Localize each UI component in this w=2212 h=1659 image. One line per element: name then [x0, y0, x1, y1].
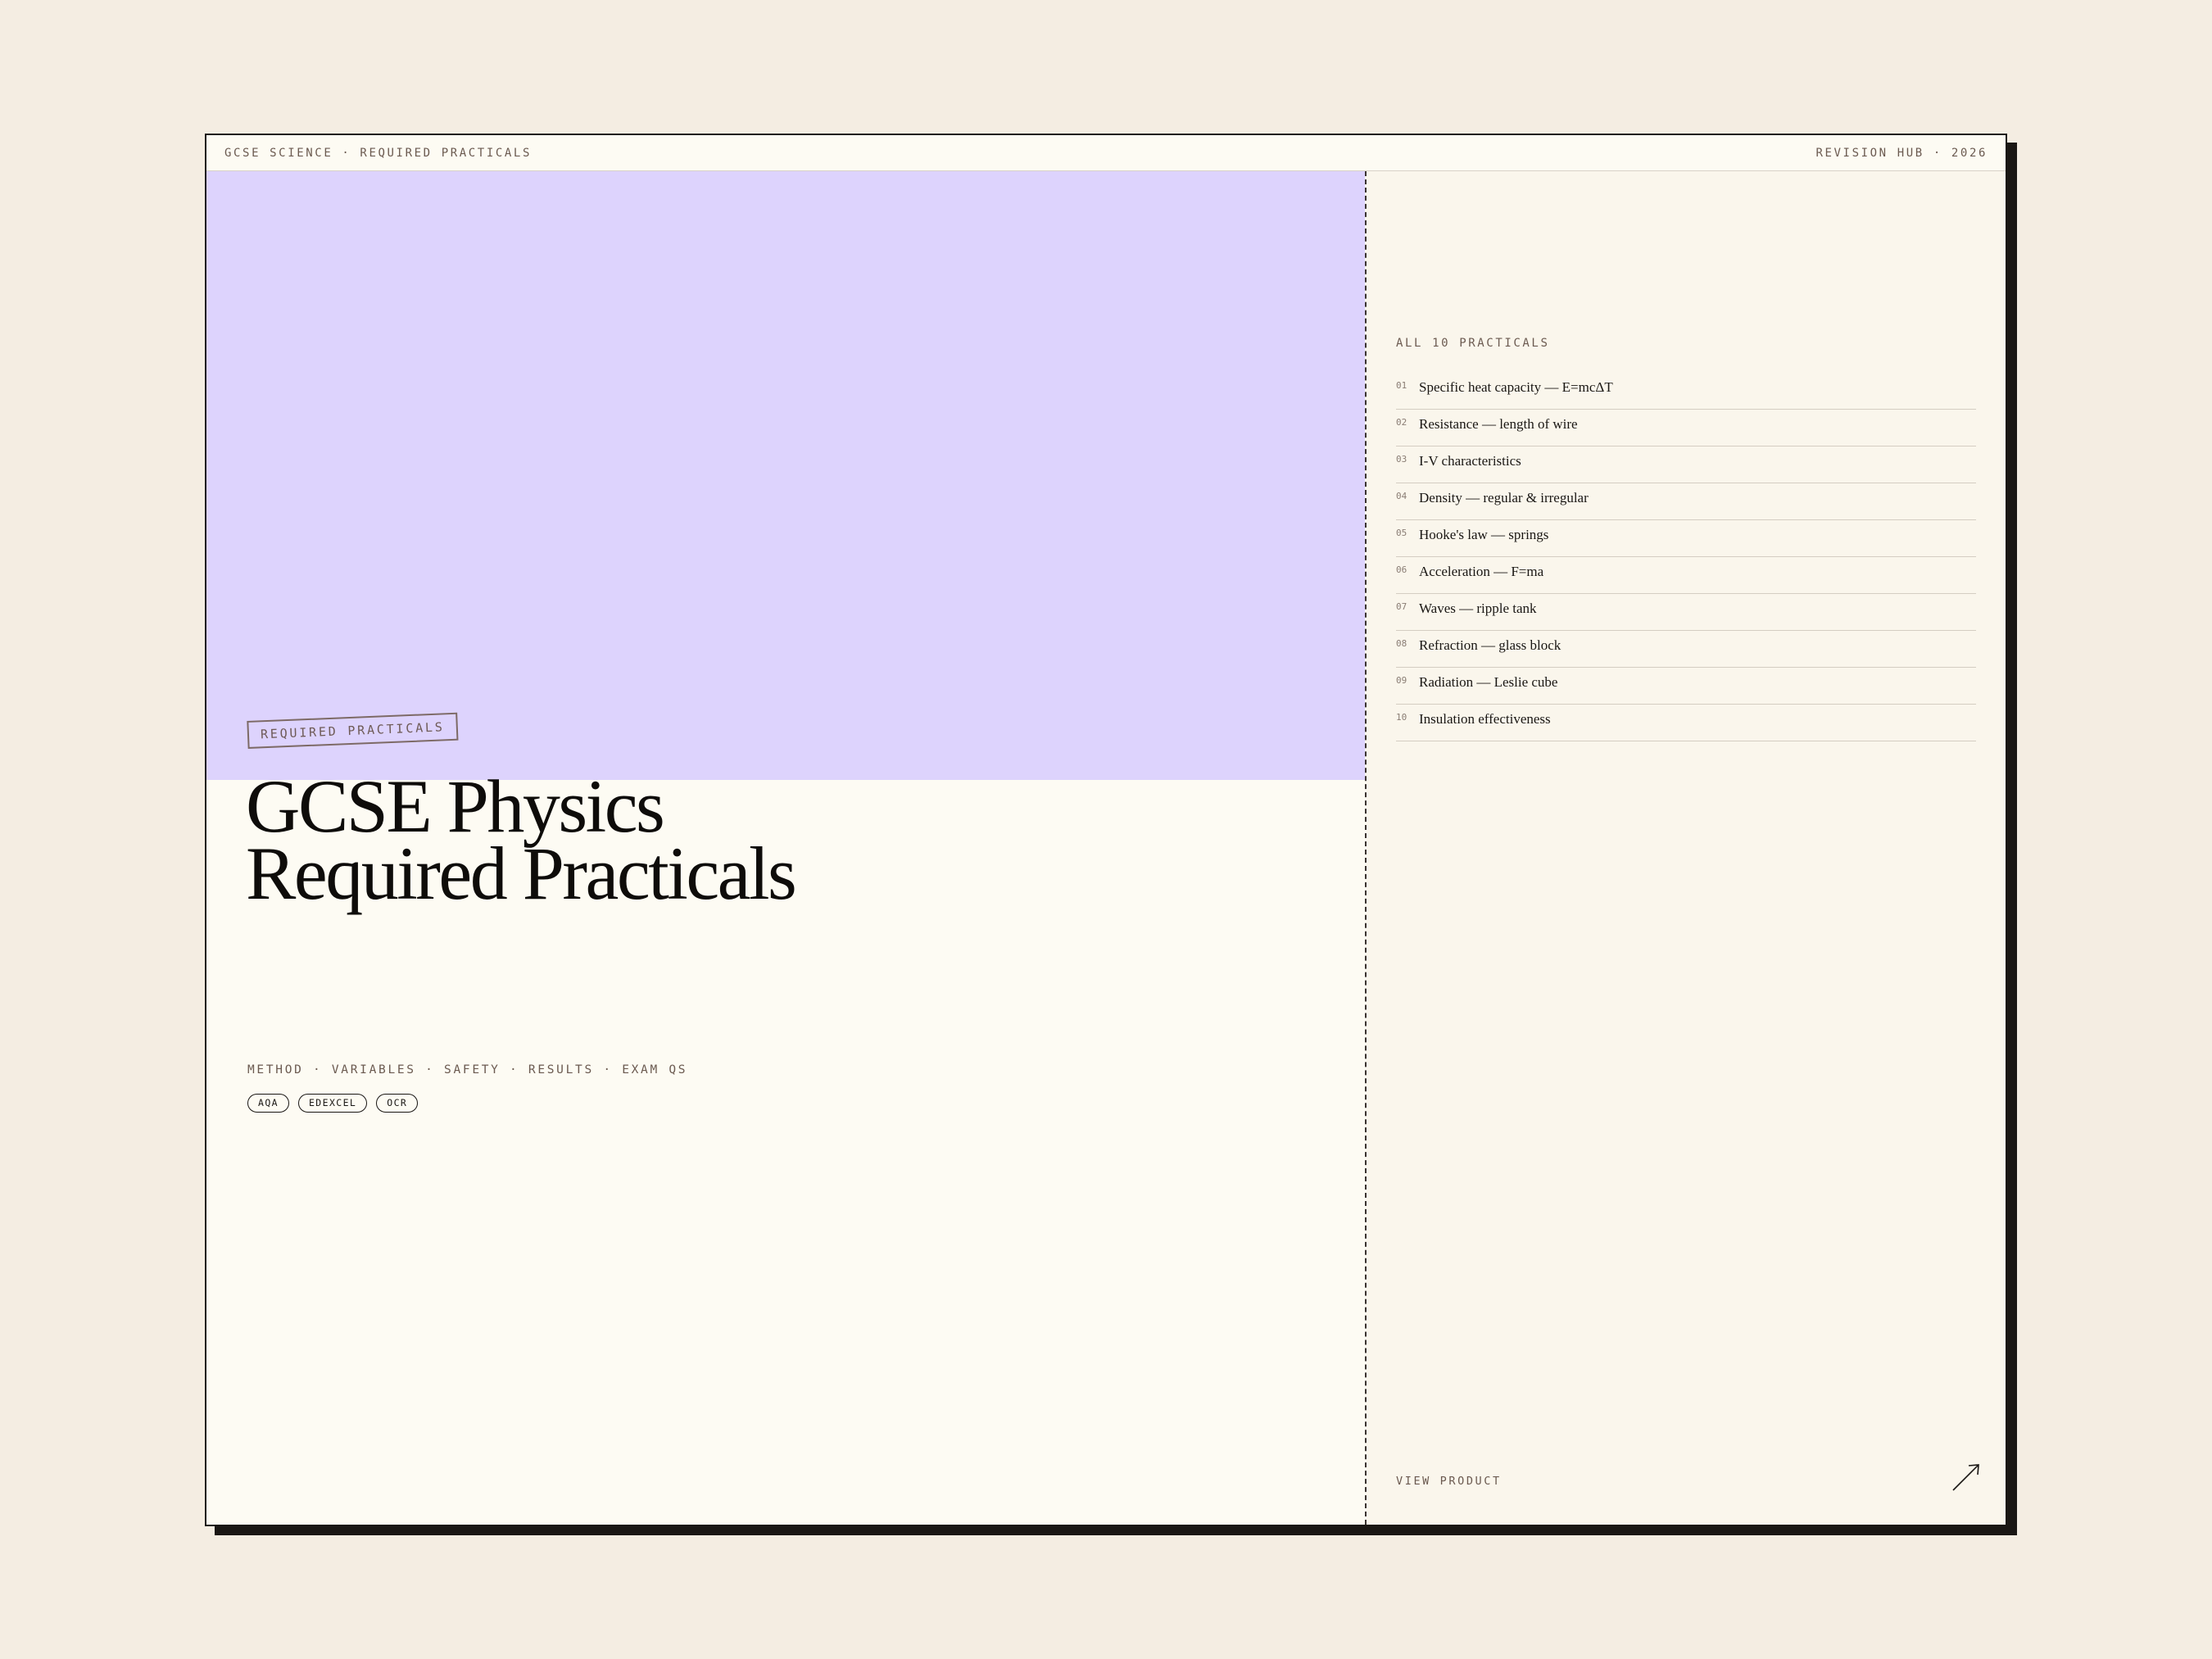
- list-item[interactable]: 06 Acceleration — F=ma: [1396, 557, 1976, 594]
- top-bar: GCSE SCIENCE · REQUIRED PRACTICALS REVIS…: [206, 135, 2006, 171]
- item-number: 05: [1396, 528, 1407, 538]
- practicals-list: 01 Specific heat capacity — E=mcΔT 02 Re…: [1396, 373, 1976, 741]
- list-item[interactable]: 07 Waves — ripple tank: [1396, 594, 1976, 631]
- item-number: 10: [1396, 712, 1407, 723]
- list-item[interactable]: 03 I-V characteristics: [1396, 446, 1976, 483]
- practicals-heading: ALL 10 PRACTICALS: [1396, 337, 1550, 350]
- item-label: Hooke's law — springs: [1419, 527, 1549, 542]
- item-label: Density — regular & irregular: [1419, 490, 1589, 505]
- hero-image-panel: [206, 171, 1365, 780]
- item-label: Resistance — length of wire: [1419, 416, 1578, 432]
- badge-ocr: OCR: [376, 1094, 419, 1113]
- list-item[interactable]: 10 Insulation effectiveness: [1396, 705, 1976, 741]
- arrow-up-right-icon[interactable]: [1951, 1462, 1981, 1492]
- item-label: Waves — ripple tank: [1419, 601, 1537, 616]
- title-line-2: Required Practicals: [246, 832, 797, 915]
- badge-aqa: AQA: [247, 1094, 289, 1113]
- list-item[interactable]: 02 Resistance — length of wire: [1396, 410, 1976, 446]
- list-item[interactable]: 01 Specific heat capacity — E=mcΔT: [1396, 373, 1976, 410]
- badge-edexcel: EDEXCEL: [297, 1094, 368, 1113]
- item-number: 09: [1396, 675, 1407, 686]
- item-label: I-V characteristics: [1419, 453, 1521, 469]
- revision-hub-label: REVISION HUB · 2026: [1815, 147, 1988, 160]
- list-item[interactable]: 09 Radiation — Leslie cube: [1396, 668, 1976, 705]
- product-card: GCSE SCIENCE · REQUIRED PRACTICALS REVIS…: [205, 134, 2007, 1526]
- item-label: Insulation effectiveness: [1419, 711, 1551, 727]
- item-number: 02: [1396, 417, 1407, 428]
- item-label: Refraction — glass block: [1419, 637, 1562, 653]
- list-item[interactable]: 04 Density — regular & irregular: [1396, 483, 1976, 520]
- view-product-link[interactable]: VIEW PRODUCT: [1396, 1475, 1502, 1488]
- title-line-1: GCSE Physics: [246, 764, 665, 848]
- item-number: 07: [1396, 601, 1407, 612]
- item-label: Radiation — Leslie cube: [1419, 674, 1558, 690]
- list-item[interactable]: 05 Hooke's law — springs: [1396, 520, 1976, 557]
- item-label: Acceleration — F=ma: [1419, 564, 1544, 579]
- list-item[interactable]: 08 Refraction — glass block: [1396, 631, 1976, 668]
- item-label: Specific heat capacity — E=mcΔT: [1419, 379, 1613, 395]
- breadcrumb: GCSE SCIENCE · REQUIRED PRACTICALS: [224, 147, 532, 160]
- item-number: 08: [1396, 638, 1407, 649]
- item-number: 03: [1396, 454, 1407, 465]
- item-number: 06: [1396, 564, 1407, 575]
- practicals-sidebar: ALL 10 PRACTICALS 01 Specific heat capac…: [1367, 171, 2006, 1525]
- item-number: 01: [1396, 380, 1407, 391]
- page-title: GCSE Physics Required Practicals: [246, 764, 797, 915]
- item-number: 04: [1396, 491, 1407, 501]
- topics-subline: METHOD · VARIABLES · SAFETY · RESULTS · …: [247, 1063, 688, 1077]
- exam-board-badges: AQA EDEXCEL OCR: [247, 1094, 419, 1113]
